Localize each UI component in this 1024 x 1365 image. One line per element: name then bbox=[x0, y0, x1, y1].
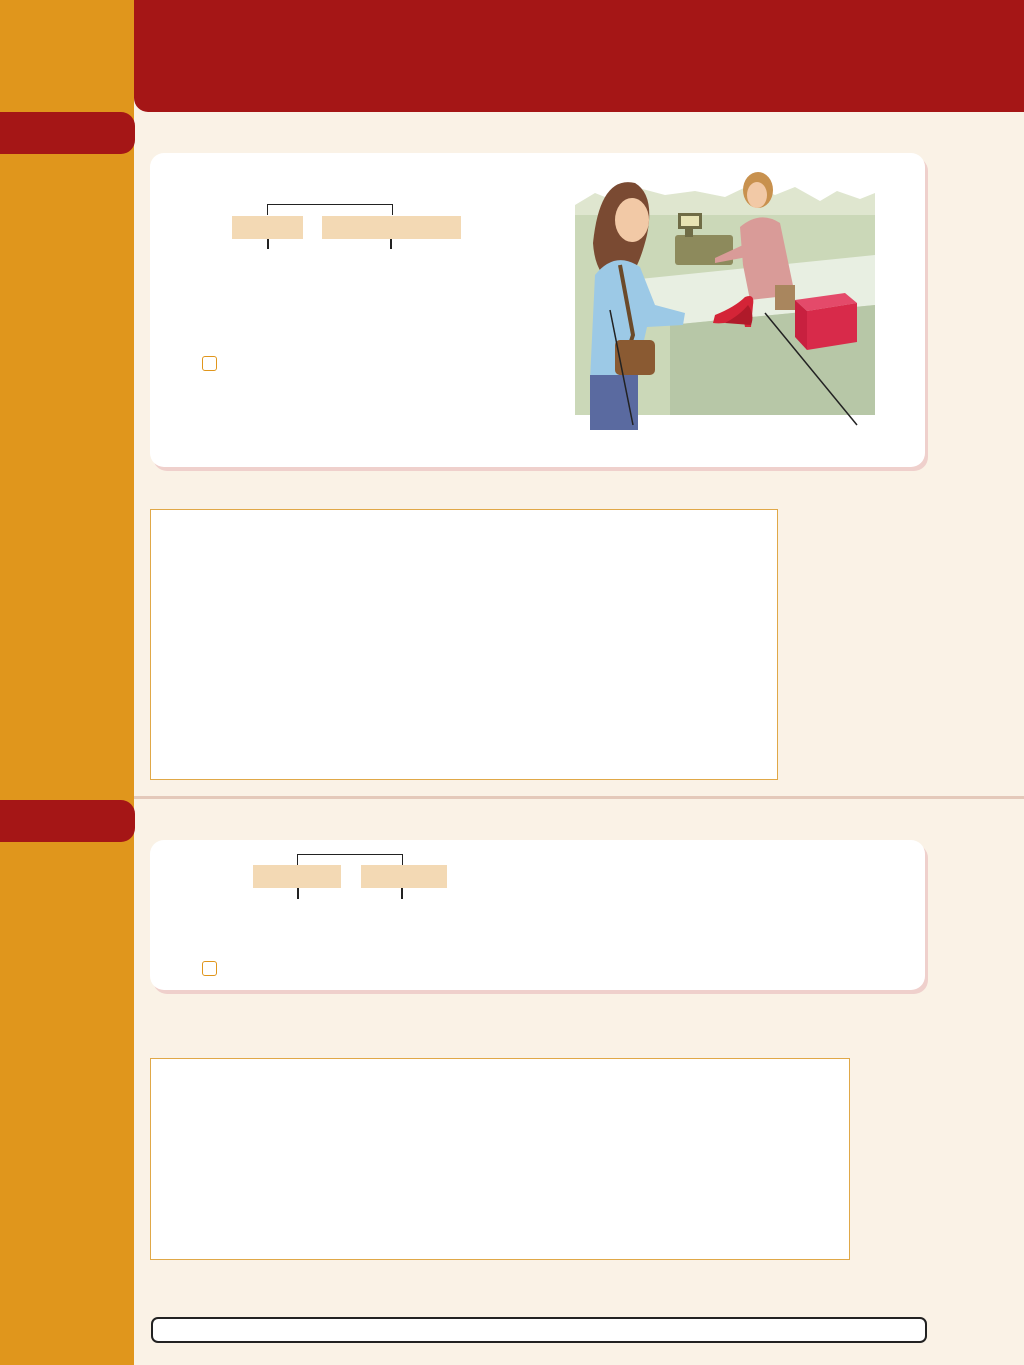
blank-field-1a[interactable] bbox=[232, 216, 303, 239]
tick-mark bbox=[297, 888, 299, 899]
section-2-tab bbox=[0, 800, 135, 842]
bracket-connector bbox=[267, 204, 393, 215]
text-box-2 bbox=[150, 1058, 850, 1260]
text-box-1 bbox=[150, 509, 778, 780]
corner-block bbox=[0, 0, 134, 112]
blank-field-2a[interactable] bbox=[253, 865, 341, 888]
tick-mark bbox=[390, 239, 392, 249]
bottom-input-bar[interactable] bbox=[151, 1317, 927, 1343]
blank-field-1b[interactable] bbox=[322, 216, 461, 239]
tick-mark bbox=[401, 888, 403, 899]
example-card-2 bbox=[150, 840, 925, 990]
blank-field-2b[interactable] bbox=[361, 865, 447, 888]
checkbox-2[interactable] bbox=[202, 961, 217, 976]
bracket-connector bbox=[297, 854, 403, 865]
left-sidebar bbox=[0, 0, 134, 1365]
header-bar bbox=[134, 0, 1024, 112]
tick-mark bbox=[267, 239, 269, 249]
section-divider bbox=[134, 796, 1024, 799]
shoe-store-illustration bbox=[575, 172, 875, 430]
section-1-tab bbox=[0, 112, 135, 154]
shoe-box-icon bbox=[795, 293, 857, 350]
checkbox-1[interactable] bbox=[202, 356, 217, 371]
